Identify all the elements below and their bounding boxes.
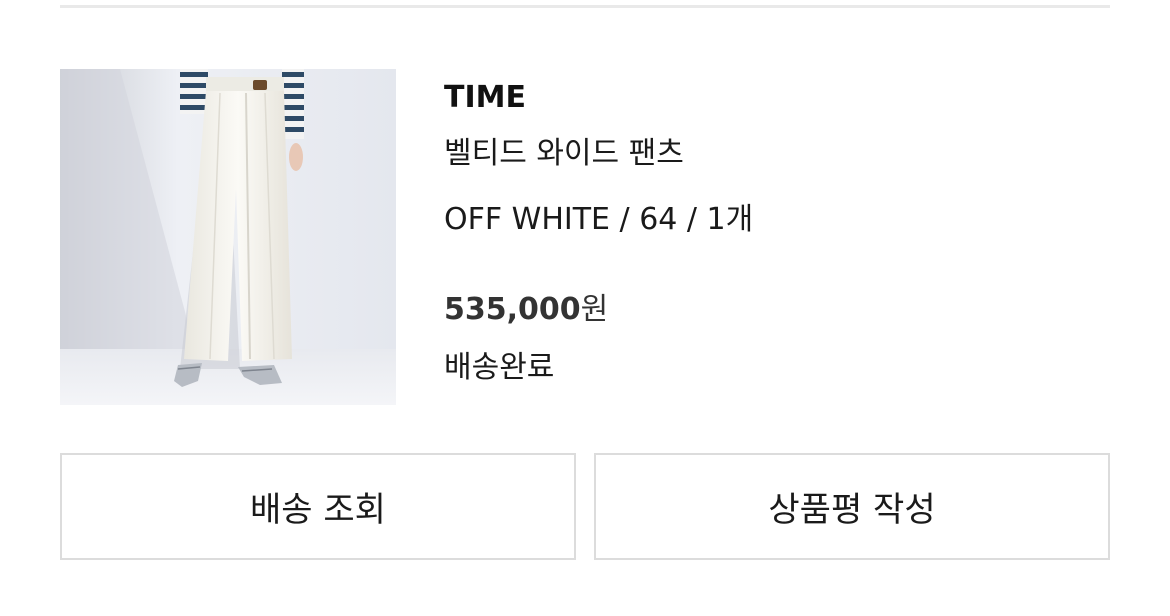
price-currency: 원 xyxy=(580,292,609,327)
product-image[interactable] xyxy=(60,69,396,405)
product-name[interactable]: 벨티드 와이드 팬츠 xyxy=(444,134,684,174)
top-divider xyxy=(60,5,1110,8)
brand-name: TIME xyxy=(444,80,526,115)
track-delivery-button[interactable]: 배송 조회 xyxy=(60,453,576,560)
price-amount: 535,000 xyxy=(444,292,581,327)
track-delivery-label: 배송 조회 xyxy=(250,490,386,530)
write-review-label: 상품평 작성 xyxy=(768,490,936,530)
product-option: OFF WHITE / 64 / 1개 xyxy=(444,202,754,237)
product-photo-icon xyxy=(60,69,396,405)
delivery-status: 배송완료 xyxy=(444,350,555,385)
price: 535,000원 xyxy=(444,290,608,330)
write-review-button[interactable]: 상품평 작성 xyxy=(594,453,1110,560)
